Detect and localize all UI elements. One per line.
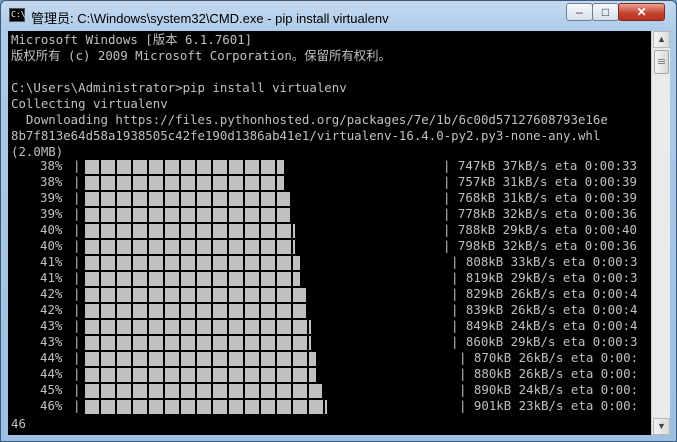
scroll-thumb[interactable] [654,50,669,74]
progress-bar-left-edge: | [73,334,81,349]
console-line: 版权所有 (c) 2009 Microsoft Corporation。保留所有… [11,48,391,63]
progress-percent: 43% [40,318,63,333]
progress-stats: | 808kB 33kB/s eta 0:00:3 [451,254,638,269]
progress-bar-left-edge: | [73,254,81,269]
progress-bar-fill [85,208,290,222]
progress-bar-left-edge: | [73,174,81,189]
progress-bar-left-edge: | [73,350,81,365]
progress-bar-left-edge: | [73,302,81,317]
progress-bar-left-edge: | [73,318,81,333]
scroll-up-arrow-icon[interactable]: ▲ [653,31,670,48]
progress-stats: | 788kB 29kB/s eta 0:00:40 [443,222,637,237]
progress-bar-fill [85,336,311,350]
progress-bar-left-edge: | [73,190,81,205]
progress-stats: | 849kB 24kB/s eta 0:00:4 [451,318,638,333]
progress-stats: | 839kB 26kB/s eta 0:00:4 [451,302,638,317]
console-line: 8b7f813e64d58a1938505c42fe190d1386ab41e1… [11,128,601,143]
progress-stats: | 757kB 31kB/s eta 0:00:39 [443,174,637,189]
progress-bar-left-edge: | [73,158,81,173]
progress-bar-left-edge: | [73,270,81,285]
progress-stats: | 901kB 23kB/s eta 0:00: [459,398,639,413]
progress-bar-fill [85,240,295,254]
progress-stats: | 829kB 26kB/s eta 0:00:4 [451,286,638,301]
progress-bar-fill [85,224,295,238]
progress-percent: 43% [40,334,63,349]
progress-bar-fill [85,384,322,398]
progress-percent: 40% [40,222,63,237]
progress-bar-fill [85,320,311,334]
progress-stats: | 778kB 32kB/s eta 0:00:36 [443,206,637,221]
console-line: Microsoft Windows [版本 6.1.7601] [11,32,253,47]
progress-bar-fill [85,368,316,382]
progress-bar-left-edge: | [73,398,81,413]
console-client-area: Microsoft Windows [版本 6.1.7601] 版权所有 (c)… [8,31,670,435]
window-title: 管理员: C:\Windows\system32\CMD.exe - pip i… [31,11,389,26]
progress-bar-left-edge: | [73,238,81,253]
progress-stats: | 747kB 37kB/s eta 0:00:33 [443,158,637,173]
maximize-button[interactable]: □ [592,3,619,21]
progress-bar-fill [85,256,300,270]
progress-percent: 45% [40,382,63,397]
progress-percent: 41% [40,254,63,269]
progress-percent: 44% [40,366,63,381]
vertical-scrollbar[interactable]: ▲ ▼ [651,31,670,435]
cmd-window: C:\ 管理员: C:\Windows\system32\CMD.exe - p… [0,0,677,442]
progress-percent: 40% [40,238,63,253]
progress-percent: 42% [40,302,63,317]
progress-stats: | 880kB 26kB/s eta 0:00: [459,366,639,381]
progress-percent: 38% [40,174,63,189]
progress-bar-fill [85,288,306,302]
console-line: C:\Users\Administrator>pip install virtu… [11,80,347,95]
progress-stats: | 819kB 29kB/s eta 0:00:3 [451,270,638,285]
progress-stats: | 798kB 32kB/s eta 0:00:36 [443,238,637,253]
progress-percent: 46% [40,398,63,413]
title-bar[interactable]: C:\ 管理员: C:\Windows\system32\CMD.exe - p… [1,1,676,31]
progress-stats: | 768kB 31kB/s eta 0:00:39 [443,190,637,205]
close-button[interactable]: ✕ [618,3,665,21]
progress-bar-left-edge: | [73,286,81,301]
progress-bar-fill [85,160,284,174]
console-output[interactable]: Microsoft Windows [版本 6.1.7601] 版权所有 (c)… [8,31,651,435]
progress-bar-fill [85,352,316,366]
progress-percent: 41% [40,270,63,285]
console-last-line: 46 [11,416,26,431]
minimize-button[interactable]: – [566,3,593,21]
progress-bar-fill [85,400,327,414]
progress-bar-left-edge: | [73,382,81,397]
progress-percent: 38% [40,158,63,173]
progress-stats: | 890kB 24kB/s eta 0:00: [459,382,639,397]
progress-bar-fill [85,192,290,206]
progress-percent: 39% [40,190,63,205]
progress-stats: | 870kB 26kB/s eta 0:00: [459,350,639,365]
console-line: Collecting virtualenv [11,96,168,111]
progress-percent: 39% [40,206,63,221]
progress-percent: 44% [40,350,63,365]
scroll-down-arrow-icon[interactable]: ▼ [653,418,670,435]
progress-percent: 42% [40,286,63,301]
cmd-app-icon[interactable]: C:\ [9,8,25,22]
progress-bar-fill [85,304,306,318]
progress-bar-left-edge: | [73,222,81,237]
progress-bar-fill [85,176,284,190]
progress-bar-left-edge: | [73,206,81,221]
console-line: Downloading https://files.pythonhosted.o… [11,112,608,127]
progress-bar-left-edge: | [73,366,81,381]
progress-bar-fill [85,272,300,286]
progress-stats: | 860kB 29kB/s eta 0:00:3 [451,334,638,349]
